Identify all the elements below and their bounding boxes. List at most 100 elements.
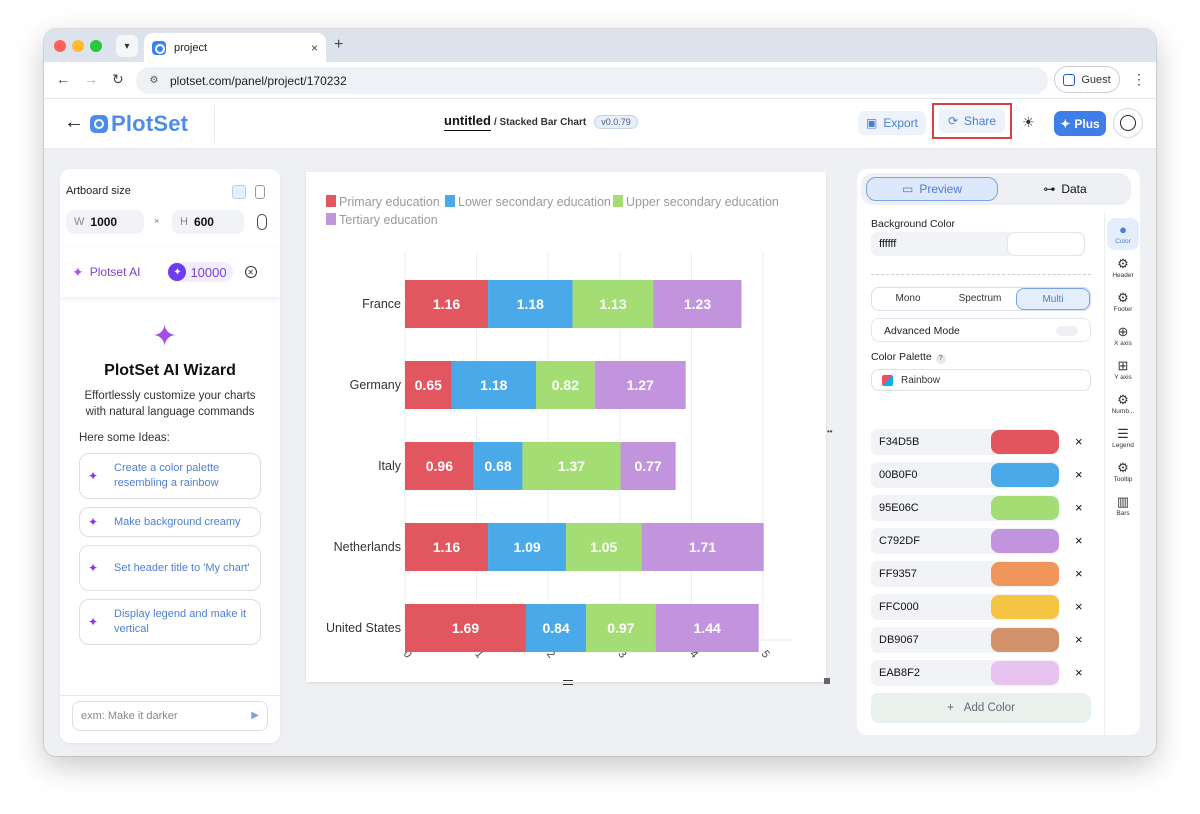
sidebar-item-numb[interactable]: ⚙ Numb...	[1107, 388, 1139, 420]
color-swatch[interactable]	[991, 628, 1059, 652]
bar-value-label: 1.23	[684, 296, 711, 312]
sidebar-label: Tooltip	[1113, 476, 1133, 483]
bar-value-label: 1.27	[627, 377, 654, 393]
user-avatar[interactable]	[1113, 108, 1143, 138]
palette-select[interactable]: Rainbow	[871, 369, 1091, 391]
share-button[interactable]: ⟳ Share	[939, 109, 1005, 133]
remove-color-button[interactable]: ×	[1075, 632, 1083, 647]
bar-value-label: 1.44	[694, 620, 721, 636]
idea-header-title[interactable]: ✦ Set header title to 'My chart'	[79, 545, 261, 591]
color-swatch[interactable]	[991, 562, 1059, 586]
sidebar-item-x-axis[interactable]: ⊕ X axis	[1107, 320, 1139, 352]
remove-color-button[interactable]: ×	[1075, 434, 1083, 449]
credits-value: 10000	[190, 264, 227, 280]
idea-background-creamy[interactable]: ✦ Make background creamy	[79, 507, 261, 537]
send-icon[interactable]: ▶	[251, 710, 259, 721]
wizard-sparkle-icon: ✦	[152, 320, 178, 353]
idea-rainbow-palette[interactable]: ✦ Create a color palette resembling a ra…	[79, 453, 261, 499]
color-palette-text: Color Palette	[871, 351, 932, 363]
background-color-swatch[interactable]	[1007, 232, 1085, 256]
mode-multi[interactable]: Multi	[1016, 288, 1090, 310]
bar-value-label: 1.37	[558, 458, 585, 474]
minimize-window-button[interactable]	[72, 40, 84, 52]
remove-color-button[interactable]: ×	[1075, 599, 1083, 614]
bar-value-label: 1.13	[599, 296, 626, 312]
resize-handle-corner[interactable]	[824, 678, 830, 684]
tab-search-button[interactable]: ▾	[116, 35, 138, 57]
chevron-down-icon: ▾	[124, 40, 130, 52]
header-divider	[214, 105, 215, 143]
legend-label: Upper secondary education	[626, 195, 779, 209]
remove-color-button[interactable]: ×	[1075, 467, 1083, 482]
sparkle-icon: ✦	[88, 469, 99, 483]
back-button[interactable]: ←	[64, 111, 84, 134]
resize-handle-right[interactable]: ••	[827, 427, 833, 436]
color-swatch[interactable]	[991, 430, 1059, 454]
color-swatch[interactable]	[991, 595, 1059, 619]
sidebar-label: Numb...	[1111, 408, 1135, 415]
color-swatch[interactable]	[991, 496, 1059, 520]
reload-icon[interactable]: ↻	[112, 71, 124, 88]
mobile-icon[interactable]	[255, 185, 265, 199]
preview-tab[interactable]: ▭ Preview	[866, 177, 998, 201]
site-settings-icon[interactable]: ⚙	[146, 73, 162, 89]
sidebar-item-legend[interactable]: ☰ Legend	[1107, 422, 1139, 454]
maximize-window-button[interactable]	[90, 40, 102, 52]
remove-color-button[interactable]: ×	[1075, 665, 1083, 680]
width-field[interactable]: W 1000	[66, 210, 144, 234]
color-swatch[interactable]	[991, 661, 1059, 685]
sidebar-icon: ⊕	[1117, 324, 1129, 339]
back-nav-icon[interactable]: ←	[56, 71, 70, 87]
advanced-mode-toggle[interactable]	[1056, 326, 1078, 336]
sidebar-item-footer[interactable]: ⚙ Footer	[1107, 286, 1139, 318]
data-tab[interactable]: ⊶ Data	[1001, 177, 1129, 201]
sidebar-item-bars[interactable]: ▥ Bars	[1107, 490, 1139, 522]
browser-tab[interactable]: project ×	[144, 33, 326, 62]
sidebar-label: Footer	[1113, 306, 1133, 313]
help-icon[interactable]: ?	[935, 354, 946, 364]
sidebar-icon: ⚙	[1117, 290, 1129, 305]
prompt-input[interactable]: exm: Make it darker ▶	[72, 701, 268, 731]
sidebar-item-color[interactable]: ● Color	[1107, 218, 1139, 250]
theme-toggle-icon[interactable]: ☀	[1022, 114, 1035, 131]
bar-value-label: 0.96	[426, 458, 453, 474]
aspect-lock-icon[interactable]	[257, 214, 267, 230]
profile-button[interactable]: Guest	[1054, 66, 1120, 93]
bar-value-label: 1.09	[513, 539, 540, 555]
remove-color-button[interactable]: ×	[1075, 500, 1083, 515]
mode-spectrum[interactable]: Spectrum	[944, 288, 1016, 310]
close-window-button[interactable]	[54, 40, 66, 52]
new-tab-button[interactable]: +	[334, 36, 343, 54]
remove-color-button[interactable]: ×	[1075, 533, 1083, 548]
add-color-button[interactable]: + Add Color	[871, 693, 1091, 723]
sidebar-item-tooltip[interactable]: ⚙ Tooltip	[1107, 456, 1139, 488]
plus-button[interactable]: ✦ Plus	[1054, 111, 1106, 136]
close-icon[interactable]: ✕	[244, 266, 257, 278]
resize-handle-bottom[interactable]	[563, 680, 573, 685]
idea-text: Make background creamy	[114, 515, 241, 528]
mode-mono[interactable]: Mono	[872, 288, 944, 310]
url-field[interactable]: ⚙ plotset.com/panel/project/170232	[136, 67, 1048, 94]
idea-text: Set header title to 'My chart'	[114, 561, 250, 574]
forward-nav-icon[interactable]: →	[84, 71, 98, 87]
color-swatch[interactable]	[991, 529, 1059, 553]
desktop-icon[interactable]	[232, 185, 246, 199]
color-swatch[interactable]	[991, 463, 1059, 487]
sidebar-icon: ⚙	[1117, 460, 1129, 475]
plotset-logo[interactable]: PlotSet	[90, 111, 188, 137]
chart-artboard[interactable]: Primary education Lower secondary educati…	[306, 172, 826, 682]
remove-color-button[interactable]: ×	[1075, 566, 1083, 581]
sidebar-item-header[interactable]: ⚙ Header	[1107, 252, 1139, 284]
export-button[interactable]: ▣ Export	[858, 111, 926, 135]
sidebar-icon: ☰	[1117, 426, 1129, 441]
height-field[interactable]: H 600	[172, 210, 244, 234]
browser-menu-icon[interactable]: ⋮	[1132, 71, 1146, 88]
share-icon: ⟳	[947, 114, 959, 128]
sidebar-item-y-axis[interactable]: ⊞ Y axis	[1107, 354, 1139, 386]
dashed-divider	[871, 274, 1091, 275]
ideas-heading: Here some Ideas:	[79, 432, 170, 444]
tab-close-button[interactable]: ×	[311, 41, 318, 55]
palette-value: Rainbow	[901, 374, 940, 386]
idea-legend-vertical[interactable]: ✦ Display legend and make it vertical	[79, 599, 261, 645]
document-name[interactable]: untitled	[444, 113, 491, 131]
